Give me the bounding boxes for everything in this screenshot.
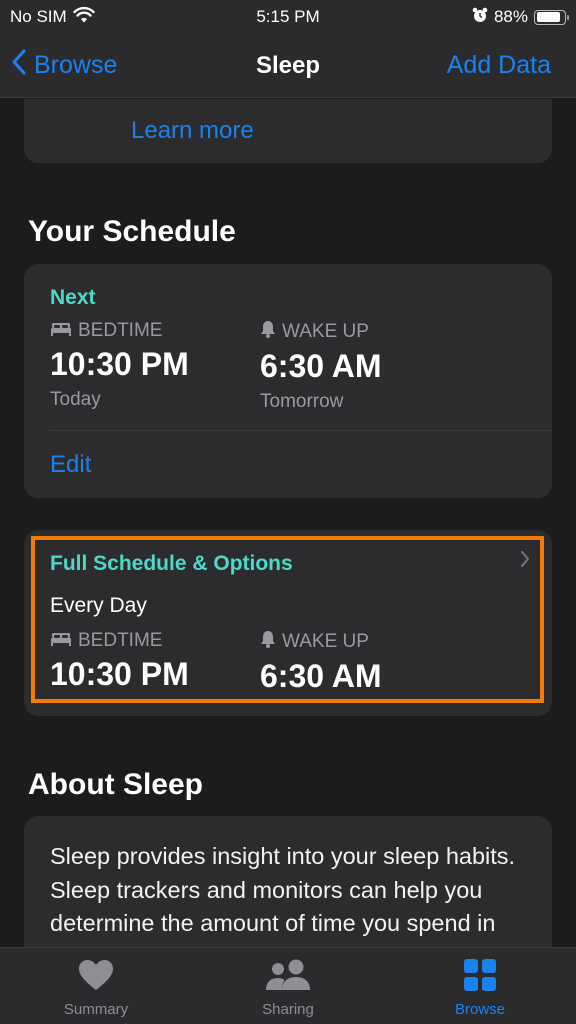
- tab-bar: Summary Sharing Browse: [0, 947, 576, 1024]
- heart-icon: [78, 959, 114, 995]
- bedtime-label: BEDTIME: [78, 630, 163, 651]
- about-card: Sleep provides insight into your sleep h…: [24, 816, 552, 947]
- wakeup-label: WAKE UP: [282, 631, 369, 652]
- wakeup-label: WAKE UP: [282, 321, 369, 342]
- full-bedtime: BEDTIME 10:30 PM: [50, 630, 189, 693]
- about-section-title: About Sleep: [28, 768, 204, 801]
- grid-icon: [464, 959, 496, 995]
- divider: [50, 430, 552, 431]
- learn-more-link[interactable]: Learn more: [131, 117, 254, 145]
- bed-icon: [50, 630, 72, 652]
- back-button[interactable]: Browse: [12, 49, 117, 82]
- next-schedule-card: Next BEDTIME 10:30 PM Today WAKE UP 6:30…: [24, 264, 552, 498]
- chevron-right-icon: [520, 550, 530, 573]
- tab-summary[interactable]: Summary: [0, 948, 192, 1024]
- wakeup-time: 6:30 AM: [260, 348, 382, 384]
- bedtime-day: Today: [50, 389, 101, 410]
- next-wakeup: WAKE UP 6:30 AM Tomorrow: [260, 320, 382, 413]
- people-icon: [264, 959, 312, 995]
- bell-icon: [260, 320, 276, 344]
- tab-sharing[interactable]: Sharing: [192, 948, 384, 1024]
- bed-icon: [50, 320, 72, 342]
- full-schedule-card[interactable]: Full Schedule & Options Every Day BEDTIM…: [24, 530, 552, 716]
- about-text: Sleep provides insight into your sleep h…: [50, 843, 516, 947]
- bedtime-label: BEDTIME: [78, 320, 163, 341]
- wifi-icon: [72, 6, 95, 28]
- tab-browse[interactable]: Browse: [384, 948, 576, 1024]
- edit-button[interactable]: Edit: [50, 451, 91, 479]
- full-wakeup: WAKE UP 6:30 AM: [260, 630, 382, 695]
- alarm-clock-icon: [472, 7, 488, 28]
- tab-label: Sharing: [262, 1001, 314, 1018]
- status-bar: No SIM 5:15 PM 88%: [0, 0, 576, 34]
- back-button-label: Browse: [34, 51, 118, 79]
- chevron-left-icon: [12, 49, 26, 82]
- wakeup-time: 6:30 AM: [260, 658, 382, 694]
- scroll-content[interactable]: Learn more Your Schedule Next BEDTIME 10…: [0, 99, 576, 947]
- battery-percent: 88%: [493, 7, 528, 26]
- clock: 5:15 PM: [256, 7, 320, 26]
- navigation-bar: Browse Sleep Add Data: [0, 34, 576, 98]
- schedule-days: Every Day: [50, 594, 147, 617]
- next-bedtime: BEDTIME 10:30 PM Today: [50, 320, 189, 411]
- wakeup-day: Tomorrow: [260, 391, 344, 412]
- battery-icon: [534, 9, 569, 25]
- tab-label: Summary: [63, 1001, 129, 1018]
- bedtime-time: 10:30 PM: [50, 346, 189, 382]
- carrier-label: No SIM: [10, 7, 67, 26]
- full-schedule-heading: Full Schedule & Options: [50, 552, 293, 575]
- bedtime-time: 10:30 PM: [50, 656, 189, 692]
- tab-label: Browse: [454, 1001, 506, 1018]
- schedule-section-title: Your Schedule: [28, 215, 236, 248]
- info-card: Learn more: [24, 99, 552, 163]
- next-heading: Next: [50, 286, 96, 309]
- add-data-button[interactable]: Add Data: [447, 51, 551, 80]
- bell-icon: [260, 630, 276, 654]
